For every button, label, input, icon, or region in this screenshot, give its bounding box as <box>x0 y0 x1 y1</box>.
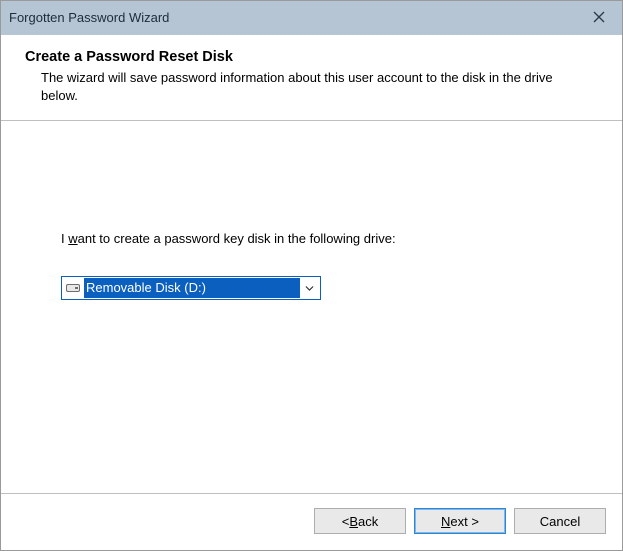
window-title: Forgotten Password Wizard <box>9 1 169 35</box>
drive-prompt: I want to create a password key disk in … <box>61 231 562 246</box>
back-button[interactable]: < Back <box>314 508 406 534</box>
drive-combobox[interactable]: Removable Disk (D:) <box>61 276 321 300</box>
back-button-mnemonic: B <box>349 514 358 529</box>
titlebar: Forgotten Password Wizard <box>1 1 622 35</box>
next-button-suffix: ext > <box>450 514 479 529</box>
drive-prompt-suffix: ant to create a password key disk in the… <box>78 231 396 246</box>
back-button-suffix: ack <box>358 514 378 529</box>
cancel-button[interactable]: Cancel <box>514 508 606 534</box>
close-button[interactable] <box>576 1 622 35</box>
next-button[interactable]: Next > <box>414 508 506 534</box>
cancel-button-label: Cancel <box>540 514 580 529</box>
wizard-content: I want to create a password key disk in … <box>1 121 622 493</box>
wizard-heading: Create a Password Reset Disk <box>25 49 598 65</box>
next-button-mnemonic: N <box>441 514 450 529</box>
back-button-prefix: < <box>342 514 350 529</box>
close-icon <box>593 11 605 26</box>
wizard-header: Create a Password Reset Disk The wizard … <box>1 35 622 121</box>
wizard-description: The wizard will save password informatio… <box>25 69 591 104</box>
wizard-footer: < Back Next > Cancel <box>1 493 622 550</box>
wizard-window: Forgotten Password Wizard Create a Passw… <box>0 0 623 551</box>
chevron-down-icon <box>305 285 314 291</box>
drive-prompt-mnemonic: w <box>68 231 77 246</box>
drive-selected-value: Removable Disk (D:) <box>84 278 300 298</box>
removable-drive-icon <box>66 283 80 293</box>
